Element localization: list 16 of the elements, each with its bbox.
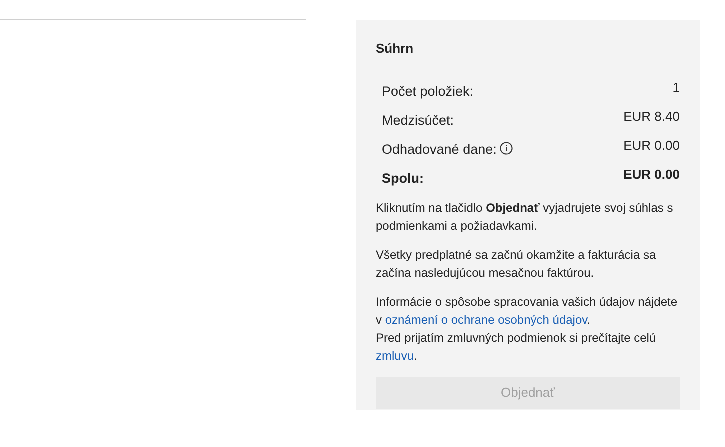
policy-link[interactable]: oznámení o ochrane osobných údajov <box>385 312 588 326</box>
policy-link[interactable]: zmluvu <box>376 348 414 362</box>
row-label: Počet položiek: <box>382 82 474 101</box>
info-paragraph: Kliknutím na tlačidlo Objednať vyjadrujete svoj súhlas s podmienkami a požiadavkami. <box>376 200 674 234</box>
row-value: EUR 8.40 <box>624 108 680 126</box>
info-paragraph: Informácie o spôsobe spracovania vašich údajov nájdete v oznámení o ochrane osobných údajov. <box>376 294 679 328</box>
summary-title: Súhrn <box>376 40 415 58</box>
row-label: Odhadované dane: <box>382 140 497 158</box>
row-value: EUR 0.00 <box>624 166 680 184</box>
info-paragraph: Všetky predplatné sa začnú okamžite a fakturácia sa začína nasledujúcou mesačnou faktúrou. <box>376 246 658 282</box>
row-value: 1 <box>672 78 680 96</box>
row-label: Spolu: <box>382 170 424 188</box>
info-icon[interactable] <box>500 142 513 155</box>
row-label: Medzisúčet: <box>382 112 454 130</box>
row-value: EUR 0.00 <box>624 136 680 154</box>
info-paragraph: Pred prijatím zmluvných podmienok si prečítajte celú zmluvu. <box>376 330 658 364</box>
